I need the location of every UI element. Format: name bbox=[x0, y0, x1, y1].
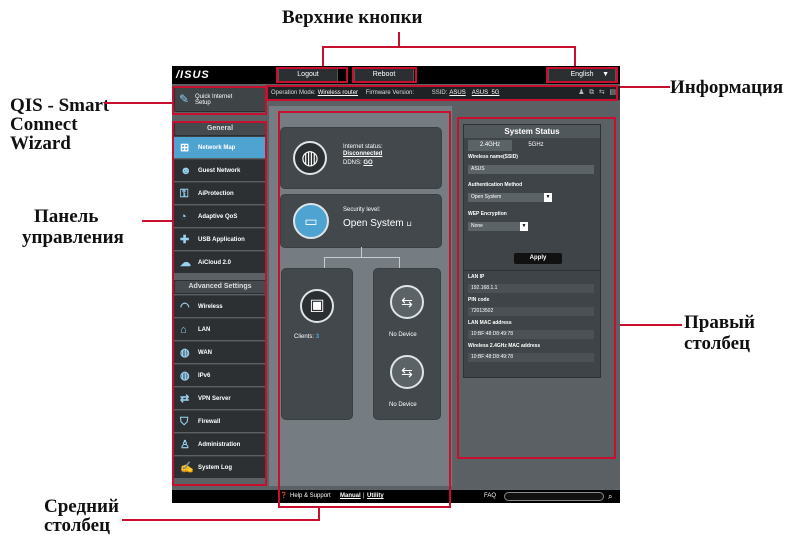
annotation-nav-line1: Панель bbox=[34, 206, 99, 227]
middle-column-frame bbox=[278, 111, 451, 508]
annotation-nav-line2: управления bbox=[22, 227, 124, 248]
annotation-top-buttons: Верхние кнопки bbox=[282, 7, 423, 28]
faq-search-input[interactable] bbox=[504, 492, 604, 501]
annotation-line bbox=[620, 324, 682, 326]
qis-highlight-frame bbox=[172, 86, 267, 115]
annotation-qis-line3: Wizard bbox=[10, 133, 71, 154]
annotation-qis-line1: QIS - Smart bbox=[10, 95, 110, 116]
right-column-frame bbox=[457, 117, 616, 459]
search-icon[interactable]: ⌕ bbox=[608, 490, 612, 503]
annotation-line bbox=[142, 220, 172, 222]
top-buttons-frame bbox=[276, 67, 348, 83]
annotation-info: Информация bbox=[670, 77, 784, 98]
asus-logo: /ISUS bbox=[176, 69, 210, 81]
annotation-line bbox=[616, 86, 670, 88]
annotation-line bbox=[122, 519, 320, 521]
faq-label: FAQ bbox=[484, 493, 497, 499]
annotation-line bbox=[322, 46, 576, 48]
annotation-mid-line2: столбец bbox=[44, 515, 111, 535]
annotation-line bbox=[574, 46, 576, 68]
top-buttons-frame bbox=[546, 67, 618, 83]
annotation-right-line1: Правый bbox=[684, 312, 755, 333]
annotation-line bbox=[322, 46, 324, 68]
annotation-line bbox=[104, 102, 172, 104]
nav-panel-frame bbox=[172, 121, 267, 486]
annotation-qis-line2: Connect bbox=[10, 114, 78, 135]
info-frame bbox=[266, 85, 618, 101]
top-buttons-frame bbox=[352, 67, 417, 83]
annotation-right-line2: столбец bbox=[684, 333, 751, 354]
annotation-mid-line1: Средний bbox=[44, 496, 119, 517]
annotation-line bbox=[398, 32, 400, 46]
